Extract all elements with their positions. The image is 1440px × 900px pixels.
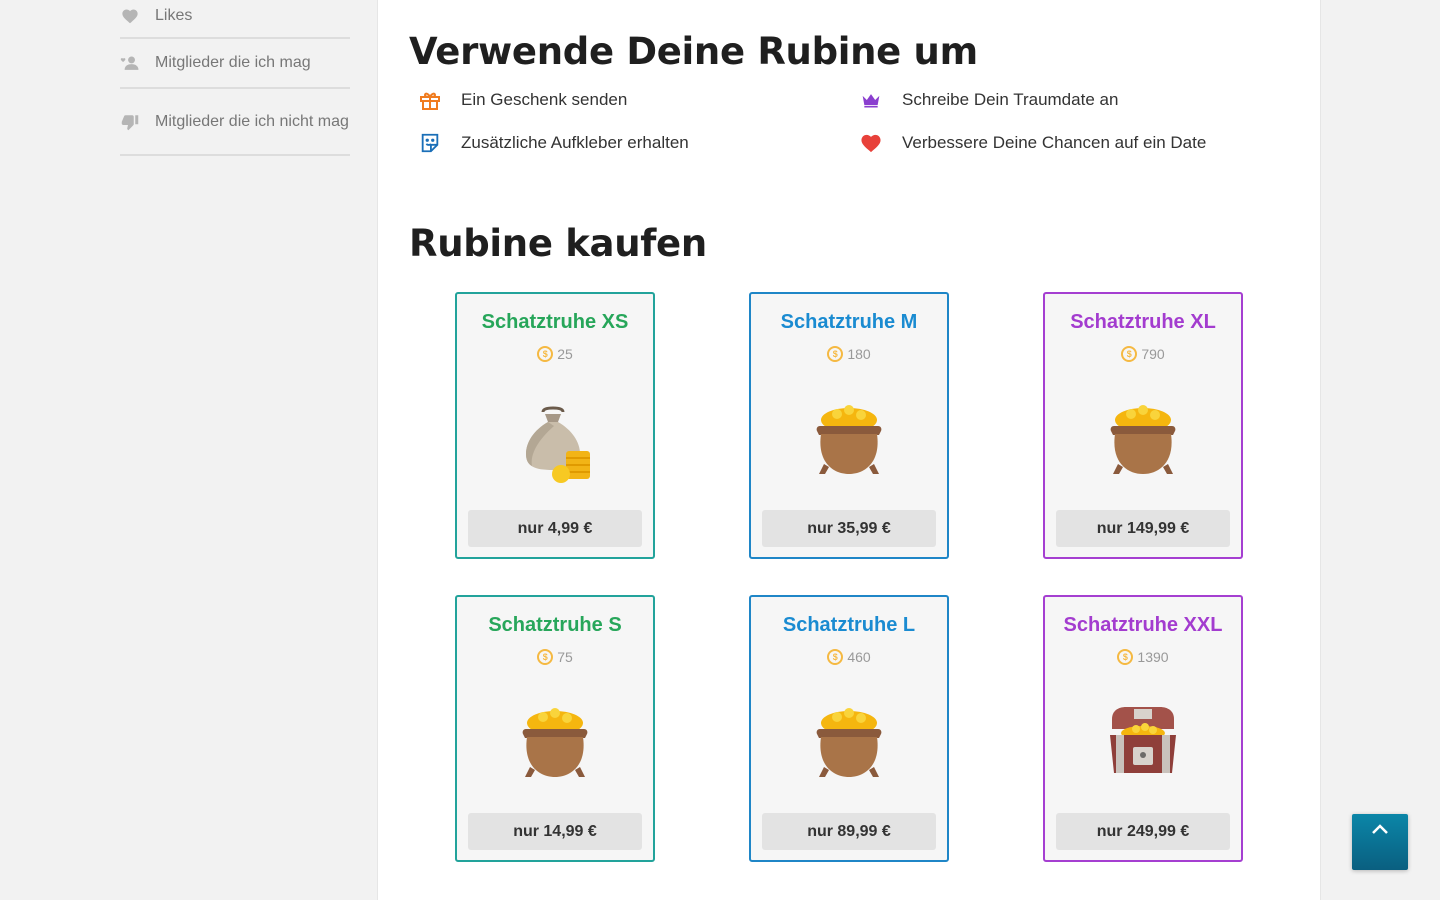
heart-icon [859,131,883,155]
package-card-xl[interactable]: Schatztruhe XL $ 790 nur 149,99 € [1043,292,1243,559]
coin-icon: $ [827,649,844,665]
sidebar-item-label: Likes [155,6,193,24]
package-amount: $ 460 [751,649,947,665]
use-item-label: Zusätzliche Aufkleber erhalten [461,133,689,152]
use-item-dream-date: Schreibe Dein Traumdate an [859,88,1118,112]
package-name: Schatztruhe M [780,311,918,333]
buy-button-xs[interactable]: nur 4,99 € [468,510,642,547]
package-card-l[interactable]: Schatztruhe L $ 460 nur 89,99 € [749,595,949,862]
use-item-label: Verbessere Deine Chancen auf ein Date [902,133,1207,152]
gold-pot-icon [804,394,894,489]
coin-icon: $ [1117,649,1134,665]
package-name: Schatztruhe XL [1070,311,1216,333]
package-card-xxl[interactable]: Schatztruhe XXL $ 1390 nur 249,99 € [1043,595,1243,862]
use-item-better-chances: Verbessere Deine Chancen auf ein Date [859,131,1206,155]
package-name: Schatztruhe XS [481,311,629,333]
thumbs-down-icon [120,112,140,132]
package-amount: $ 1390 [1045,649,1241,665]
user-liked-icon [120,53,140,73]
package-card-s[interactable]: Schatztruhe S $ 75 nur 14,99 € [455,595,655,862]
package-name: Schatztruhe S [488,614,622,636]
coin-icon: $ [537,649,554,665]
coin-icon: $ [1121,346,1138,362]
package-name: Schatztruhe XXL [1063,614,1223,636]
main-panel: Verwende Deine Rubine um Ein Geschenk se… [377,0,1321,900]
coin-icon: $ [537,346,554,362]
buy-button-xxl[interactable]: nur 249,99 € [1056,813,1230,850]
chevron-up-icon [1371,822,1389,840]
coin-icon: $ [827,346,844,362]
treasure-chest-icon [1098,697,1188,792]
gift-icon [418,88,442,112]
buy-button-s[interactable]: nur 14,99 € [468,813,642,850]
sidebar-item-label: Mitglieder die ich mag [155,54,311,71]
buy-button-m[interactable]: nur 35,99 € [762,510,936,547]
sidebar-item-liked-members[interactable]: Mitglieder die ich mag [120,39,350,89]
package-amount: $ 790 [1045,346,1241,362]
use-item-label: Schreibe Dein Traumdate an [902,90,1119,109]
package-card-xs[interactable]: Schatztruhe XS $ 25 nur 4,99 € [455,292,655,559]
use-item-gift: Ein Geschenk senden [418,88,627,112]
sidebar-item-likes[interactable]: Likes [120,0,350,39]
package-amount: $ 25 [457,346,653,362]
money-bag-icon [510,394,600,489]
uses-heading: Verwende Deine Rubine um [409,30,978,73]
sidebar-item-disliked-members[interactable]: Mitglieder die ich nicht mag [120,89,350,156]
buy-button-xl[interactable]: nur 149,99 € [1056,510,1230,547]
scroll-to-top-button[interactable] [1352,814,1408,870]
sticker-icon [418,131,442,155]
package-amount: $ 180 [751,346,947,362]
sidebar: Likes Mitglieder die ich mag Mitglieder … [120,0,350,156]
gold-pot-icon [510,697,600,792]
package-card-m[interactable]: Schatztruhe M $ 180 nur 35,99 € [749,292,949,559]
crown-icon [859,88,883,112]
shop-heading: Rubine kaufen [409,222,707,265]
buy-button-l[interactable]: nur 89,99 € [762,813,936,850]
gold-pot-icon [1098,394,1188,489]
gold-pot-icon [804,697,894,792]
use-item-label: Ein Geschenk senden [461,90,628,109]
package-name: Schatztruhe L [782,614,916,636]
use-item-stickers: Zusätzliche Aufkleber erhalten [418,131,689,155]
package-amount: $ 75 [457,649,653,665]
heart-icon [120,6,140,26]
sidebar-item-label: Mitglieder die ich nicht mag [155,113,349,130]
